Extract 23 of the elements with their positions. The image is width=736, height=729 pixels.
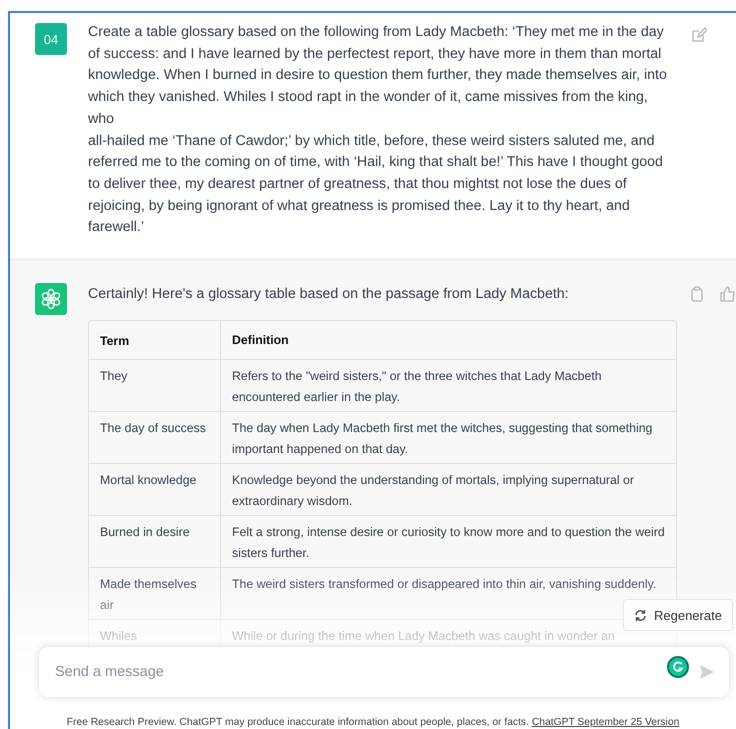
table-cell: Made themselves air <box>89 568 221 620</box>
table-cell: Mortal knowledge <box>89 464 221 516</box>
user-avatar: 04 <box>35 23 67 55</box>
table-cell: Felt a strong, intense desire or curiosity to know more and to question the weird sisters further. <box>221 516 676 568</box>
edit-icon[interactable] <box>691 27 707 43</box>
table-cell: The day of success <box>89 412 221 464</box>
message-text: Create a table glossary based on the following from Lady Macbeth: ‘They met me in the day of success: and I have learned by the perfectest report, they have more in them than mortal knowledge. When I burned in desire to question them further, they made themselves air, into which they vanished. Whiles I stood rapt in the wonder of it, came missives from the king, who all-hailed me ‘Thane of Cawdor;’ by which title, before, these weird sisters saluted me, and referred me to the coming on of time, with ‘Hail, king that shalt be!’ This have I thought good to deliver thee, my dearest partner of greatness, that thou mightst not lose the dues of rejoicing, by being ignorant of what greatness is promised thee. Lay it to thy heart, and farewell.’ <box>88 23 668 238</box>
thumbs-up-icon[interactable] <box>720 286 736 302</box>
table-cell: Burned in desire <box>89 516 221 568</box>
version-link[interactable]: ChatGPT September 25 Version <box>532 717 680 728</box>
table-cell: Refers to the "weird sisters," or the three witches that Lady Macbeth encountered earlier in the play. <box>221 360 676 412</box>
grammar-badge-icon <box>667 656 689 678</box>
column-header: Term <box>89 320 221 360</box>
table-cell: They <box>89 360 221 412</box>
table-cell: Knowledge beyond the understanding of mortals, implying supernatural or extraordinary wisdom. <box>221 464 676 516</box>
knot-logo-icon <box>40 288 62 310</box>
regenerate-button[interactable]: Regenerate <box>623 599 733 631</box>
message-text: Certainly! Here's a glossary table based on the passage from Lady Macbeth: <box>88 285 570 304</box>
refresh-icon <box>634 608 647 622</box>
table-cell: The day when Lady Macbeth first met the witches, suggesting that something important happened on that day. <box>221 412 676 464</box>
column-header: Definition <box>221 320 676 360</box>
send-icon[interactable] <box>699 664 715 680</box>
disclaimer-text: Free Research Preview. ChatGPT may produce inaccurate information about people, places, or facts. <box>66 717 530 728</box>
